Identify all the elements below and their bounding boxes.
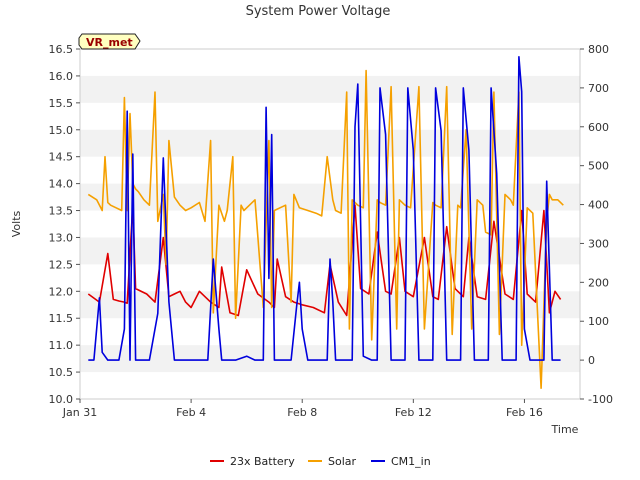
right-axis: -100 0 100 200 300 400 500 600 700 800: [580, 43, 613, 406]
y-tick-label: 13.0: [49, 231, 74, 244]
series-line-solar: [87, 69, 564, 390]
y-tick-label: 14.5: [49, 151, 74, 164]
x-tick-label: Feb 16: [506, 406, 543, 419]
chart-title: System Power Voltage: [246, 4, 391, 19]
legend-label-23x-battery: 23x Battery: [230, 455, 295, 468]
site-badge: VR_met: [78, 33, 141, 50]
y-tick-label: 15.0: [49, 124, 74, 137]
y-tick-label: 11.0: [49, 339, 74, 352]
y2-tick-label: 0: [588, 354, 595, 367]
x-axis: Jan 31 Feb 4 Feb 8 Feb 12 Feb 16: [62, 399, 543, 419]
y2-tick-label: 500: [588, 160, 609, 173]
x-tick-label: Feb 4: [176, 406, 206, 419]
y-tick-label: 10.5: [49, 366, 74, 379]
left-axis: 10.0 10.5 11.0 11.5 12.0 12.5 13.0 13.5 14.0 14.5…: [49, 43, 80, 406]
y-tick-label: 10.0: [49, 393, 74, 406]
y2-tick-label: -100: [588, 393, 613, 406]
legend: 23x Battery Solar CM1_in: [210, 455, 431, 468]
series-layer: [87, 55, 564, 390]
x-tick-label: Feb 8: [287, 406, 317, 419]
y-tick-label: 12.0: [49, 285, 74, 298]
y2-tick-label: 400: [588, 199, 609, 212]
y2-tick-label: 300: [588, 237, 609, 250]
y2-tick-label: 600: [588, 121, 609, 134]
y2-tick-label: 800: [588, 43, 609, 56]
y-tick-label: 12.5: [49, 258, 74, 271]
y-tick-label: 11.5: [49, 312, 74, 325]
y-tick-label: 16.0: [49, 70, 74, 83]
y-tick-label: 16.5: [49, 43, 74, 56]
y-tick-label: 15.5: [49, 97, 74, 110]
grid-band: [80, 129, 580, 157]
y2-tick-label: 100: [588, 315, 609, 328]
x-axis-title: Time: [551, 423, 579, 436]
y2-tick-label: 700: [588, 82, 609, 95]
y-tick-label: 13.5: [49, 205, 74, 218]
legend-label-cm1-in: CM1_in: [391, 455, 431, 468]
grid-band: [80, 345, 580, 373]
y-tick-label: 14.0: [49, 178, 74, 191]
y2-tick-label: 200: [588, 276, 609, 289]
x-tick-label: Feb 12: [395, 406, 432, 419]
site-badge-label: VR_met: [86, 36, 133, 49]
chart: 10.0 10.5 11.0 11.5 12.0 12.5 13.0 13.5 14.0 14.5…: [10, 4, 613, 468]
y-axis-title: Volts: [10, 210, 23, 237]
x-tick-label: Jan 31: [62, 406, 97, 419]
grid-band: [80, 291, 580, 319]
legend-label-solar: Solar: [328, 455, 357, 468]
